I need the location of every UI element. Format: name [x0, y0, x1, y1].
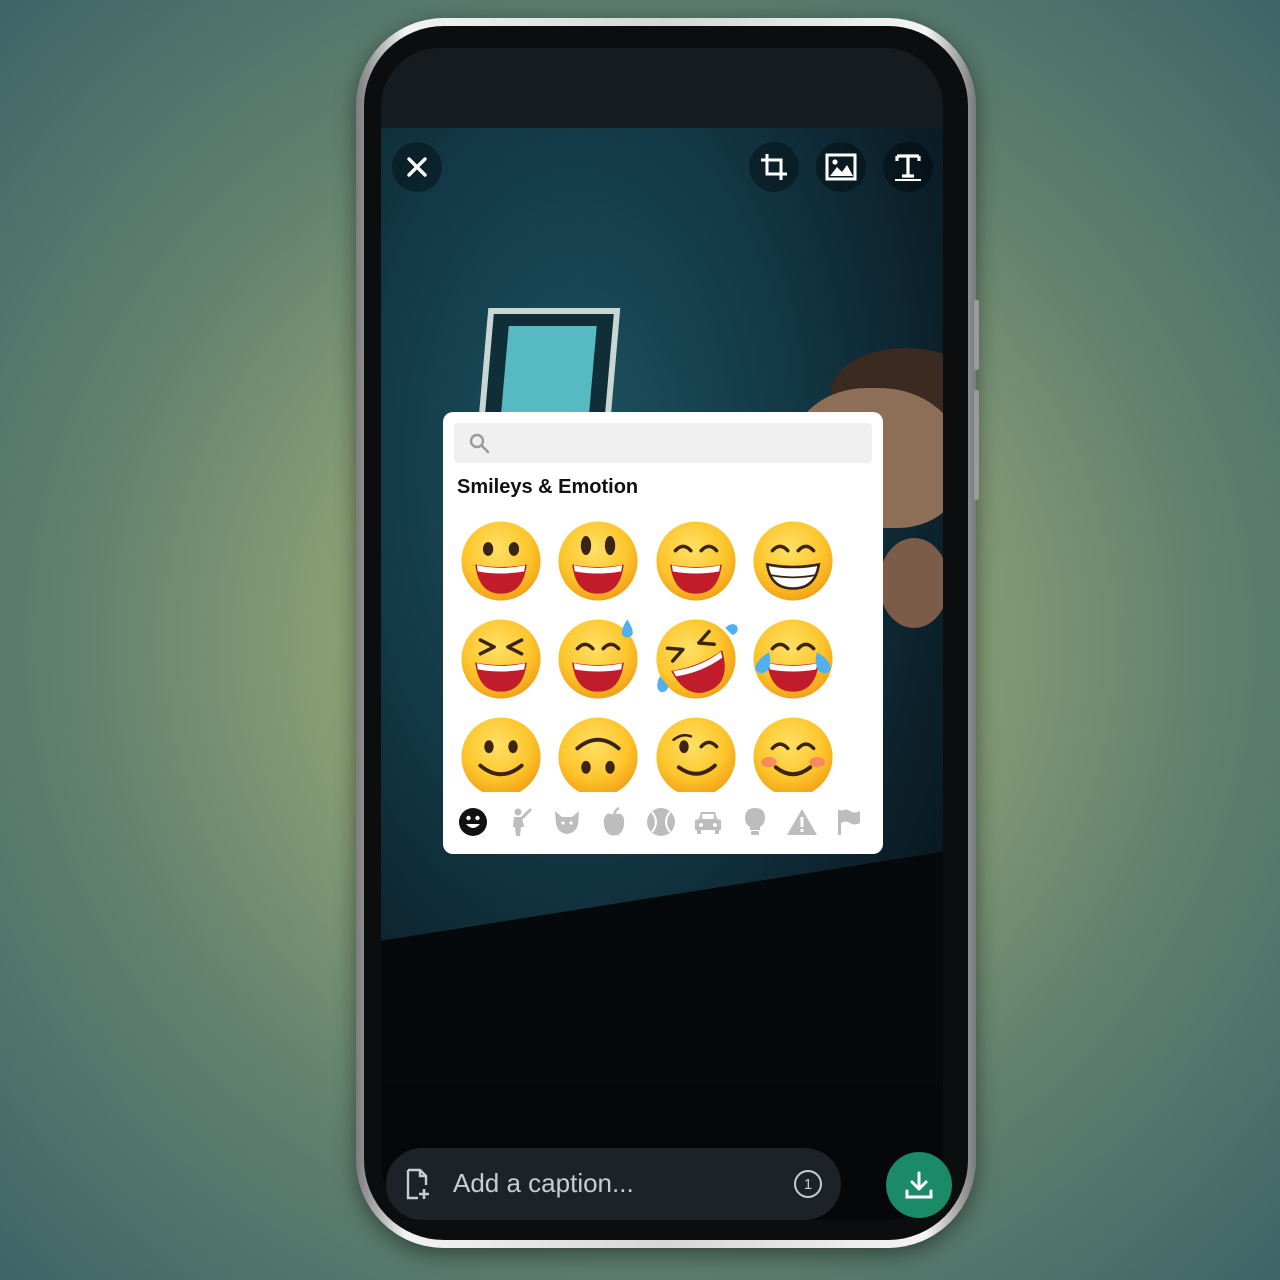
warning-icon — [787, 809, 817, 835]
emoji-winking-face[interactable] — [653, 714, 739, 792]
cat-face-icon — [555, 811, 579, 834]
text-icon — [895, 154, 921, 181]
crop-icon — [761, 154, 787, 180]
caption-input[interactable]: Add a caption... — [453, 1168, 634, 1199]
category-travel-tab[interactable] — [690, 804, 726, 840]
add-file-icon[interactable] — [405, 1168, 431, 1200]
car-icon — [695, 812, 721, 834]
section-title: Smileys & Emotion — [457, 476, 639, 498]
emoji-slightly-smiling-face[interactable] — [458, 714, 544, 792]
category-flags-tab[interactable] — [831, 804, 867, 840]
caption-bar[interactable]: Add a caption... 1 — [386, 1148, 841, 1220]
crop-button[interactable] — [749, 142, 799, 192]
category-food-tab[interactable] — [596, 804, 632, 840]
flag-icon — [838, 809, 860, 835]
smiley-icon — [459, 808, 487, 836]
emoji-search-box[interactable] — [454, 423, 872, 463]
text-button[interactable] — [883, 142, 933, 192]
photo-floor — [381, 849, 943, 1086]
emoji-grinning-face[interactable] — [458, 518, 544, 604]
send-button[interactable] — [886, 1152, 952, 1218]
tennis-ball-icon — [647, 808, 675, 836]
lightbulb-icon — [745, 808, 765, 835]
image-icon — [825, 153, 857, 181]
emoji-grinning-squinting-face[interactable] — [458, 616, 544, 702]
close-button[interactable] — [392, 142, 442, 192]
emoji-grid — [443, 510, 883, 792]
phone-side-button — [974, 300, 979, 370]
category-people-tab[interactable] — [502, 804, 538, 840]
apple-icon — [603, 807, 625, 836]
close-icon — [407, 157, 427, 177]
category-smileys-tab[interactable] — [455, 804, 491, 840]
category-activity-tab[interactable] — [643, 804, 679, 840]
category-objects-tab[interactable] — [737, 804, 773, 840]
phone-side-button — [974, 390, 979, 500]
emoji-grinning-face-sweat[interactable] — [555, 616, 641, 702]
emoji-beaming-face[interactable] — [750, 518, 836, 604]
photo-ear — [879, 538, 943, 628]
emoji-upside-down-face[interactable] — [555, 714, 641, 792]
status-area — [381, 48, 943, 128]
emoji-picker: Smileys & Emotion — [443, 412, 883, 854]
sticker-button[interactable] — [816, 142, 866, 192]
emoji-smiling-face-smiling-eyes[interactable] — [750, 714, 836, 792]
emoji-grinning-face-smiling-eyes[interactable] — [653, 518, 739, 604]
search-icon — [469, 433, 490, 454]
person-icon — [513, 808, 532, 836]
emoji-grinning-face-big-eyes[interactable] — [555, 518, 641, 604]
emoji-category-bar — [443, 800, 883, 846]
emoji-search-input[interactable] — [498, 429, 862, 459]
view-once-label: 1 — [803, 1175, 813, 1193]
emoji-face-tears-of-joy[interactable] — [750, 616, 836, 702]
category-symbols-tab[interactable] — [784, 804, 820, 840]
emoji-rolling-on-floor-laughing[interactable] — [653, 616, 739, 702]
download-icon — [905, 1171, 933, 1199]
category-animals-tab[interactable] — [549, 804, 585, 840]
view-once-button[interactable]: 1 — [794, 1170, 822, 1198]
